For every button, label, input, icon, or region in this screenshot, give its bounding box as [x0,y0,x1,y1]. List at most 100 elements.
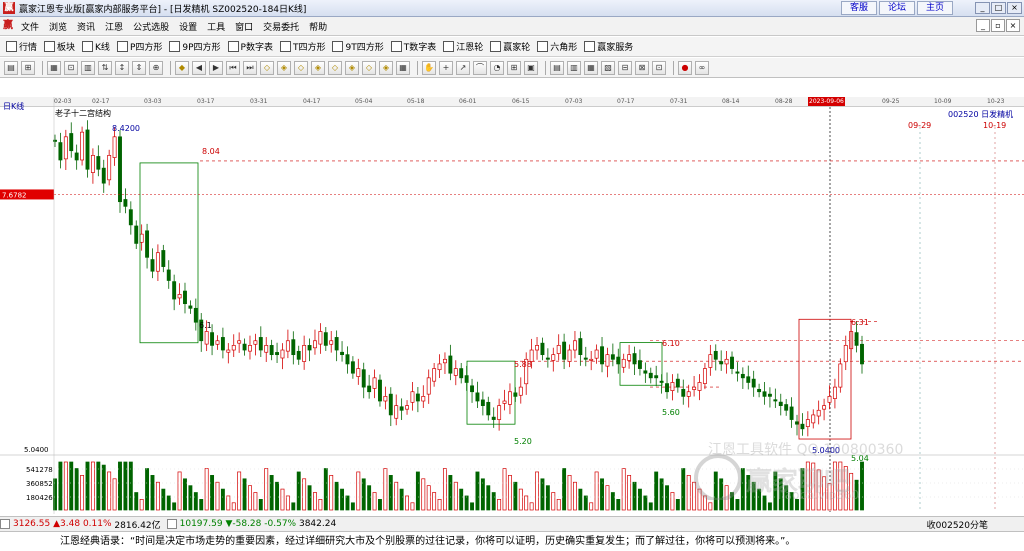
draw-tool-14-icon[interactable]: ◇ [260,60,274,75]
menu-file[interactable]: 文件 [21,20,39,33]
draw-tool-13-icon[interactable]: ⏭ [243,60,257,75]
toolbar-btn-8[interactable]: T数字表 [390,40,436,53]
maximize-icon[interactable]: □ [991,2,1006,14]
tick-data-label[interactable]: 收002520分笔 [927,518,988,531]
toolbar-btn-2[interactable]: K线 [82,40,110,53]
sh-index-icon[interactable] [0,519,10,529]
draw-tool-5-icon[interactable]: ⇅ [98,60,112,75]
toolbar-label: 六角形 [550,43,578,53]
draw-tool-35-icon[interactable]: ⊠ [635,60,649,75]
mdi-minimize-icon[interactable]: _ [976,19,990,32]
draw-tool-21-icon[interactable]: ◈ [379,60,393,75]
toolbar-btn-11[interactable]: 六角形 [537,40,577,53]
candle-body [805,419,810,427]
menu-help[interactable]: 帮助 [309,20,327,33]
menu-info[interactable]: 资讯 [77,20,95,33]
link-forum[interactable]: 论坛 [879,1,915,15]
volume-bar [426,485,431,511]
toolbar-btn-12[interactable]: 赢家服务 [584,40,633,53]
volume-bar [112,478,117,511]
draw-tool-4-icon[interactable]: ▥ [81,60,95,75]
link-home[interactable]: 主页 [917,1,953,15]
mdi-close-icon[interactable]: × [1006,19,1020,32]
draw-tool-33-icon[interactable]: ▧ [601,60,615,75]
draw-tool-10-icon[interactable]: ◀ [192,60,206,75]
menu-window[interactable]: 窗口 [235,20,253,33]
draw-tool-6-icon[interactable]: ↕ [115,60,129,75]
volume-bar [632,481,637,511]
draw-tool-29-icon[interactable]: ▣ [524,60,538,75]
menu-browse[interactable]: 浏览 [49,20,67,33]
close-icon[interactable]: × [1007,2,1022,14]
draw-tool-22-icon[interactable]: ▦ [396,60,410,75]
draw-tool-0-icon[interactable]: ▤ [4,60,18,75]
kline-chart[interactable]: 7.6782 日K线老子十二宫结构 002520 日发精机 09-29 10-19 8.4… [0,97,1024,514]
volume-bar [735,499,740,511]
draw-tool-12-icon[interactable]: ⏮ [226,60,240,75]
candle-body [616,356,621,365]
draw-tool-32-icon[interactable]: ▦ [584,60,598,75]
draw-tool-38-icon[interactable]: ∞ [695,60,709,75]
draw-tool-3-icon[interactable]: ⊡ [64,60,78,75]
draw-tool-9-icon[interactable]: ◆ [175,60,189,75]
draw-tool-16-icon[interactable]: ◇ [294,60,308,75]
candle-body [437,363,442,371]
price-annotation: 6.1 [199,321,212,330]
toolbar-btn-5[interactable]: P数字表 [227,40,273,53]
price-annotation: 8.4200 [112,124,140,133]
future-date-1: 09-29 [908,121,931,130]
draw-tool-34-icon[interactable]: ⊟ [618,60,632,75]
draw-tool-23-icon[interactable]: ✋ [422,60,436,75]
toolbar-btn-4[interactable]: 9P四方形 [169,40,221,53]
mdi-restore-icon[interactable]: ▫ [991,19,1005,32]
draw-tool-24-icon[interactable]: + [439,60,453,75]
toolbar-btn-6[interactable]: T四方形 [279,40,325,53]
volume-bar [589,502,594,511]
toolbar-label: 行情 [19,43,38,53]
draw-tool-20-icon[interactable]: ◇ [362,60,376,75]
toolbar-btn-9[interactable]: 江恩轮 [443,40,483,53]
toolbar-btn-7[interactable]: 9T四方形 [332,40,384,53]
draw-tool-25-icon[interactable]: ↗ [456,60,470,75]
volume-bar [388,475,393,511]
candle-body [665,383,669,393]
draw-tool-31-icon[interactable]: ▥ [567,60,581,75]
toolbar-separator [417,60,418,75]
draw-tool-30-icon[interactable]: ▤ [550,60,564,75]
volume-bar [410,502,415,511]
draw-tool-36-icon[interactable]: ⊡ [652,60,666,75]
draw-tool-28-icon[interactable]: ⊞ [507,60,521,75]
volume-bar [226,495,231,511]
draw-tool-18-icon[interactable]: ◇ [328,60,342,75]
draw-tool-1-icon[interactable]: ⊞ [21,60,35,75]
candle-body [329,340,334,345]
draw-tool-19-icon[interactable]: ◈ [345,60,359,75]
toolbar-btn-10[interactable]: 赢家轮 [490,40,530,53]
candle-body [459,368,464,379]
draw-tool-27-icon[interactable]: ◔ [490,60,504,75]
link-service[interactable]: 客服 [841,1,877,15]
draw-tool-8-icon[interactable]: ⊕ [149,60,163,75]
menu-settings[interactable]: 设置 [179,20,197,33]
menu-trade[interactable]: 交易委托 [263,20,299,33]
draw-tool-11-icon[interactable]: ▶ [209,60,223,75]
draw-tool-26-icon[interactable]: ⌒ [473,60,487,75]
menu-formula[interactable]: 公式选股 [133,20,169,33]
draw-tool-15-icon[interactable]: ◈ [277,60,291,75]
draw-tool-37-icon[interactable]: ● [678,60,692,75]
sz-index-icon[interactable] [166,519,177,529]
toolbar-btn-3[interactable]: P四方形 [116,40,162,53]
draw-tool-17-icon[interactable]: ◈ [311,60,325,75]
volume-bar [784,485,789,511]
menu-tools[interactable]: 工具 [207,20,225,33]
candle-body [827,396,832,403]
candle-body [128,209,133,226]
draw-tool-2-icon[interactable]: ▦ [47,60,61,75]
menu-gann[interactable]: 江恩 [105,20,123,33]
draw-tool-7-icon[interactable]: ⇕ [132,60,146,75]
toolbar-btn-1[interactable]: 板块 [44,40,75,53]
minimize-icon[interactable]: _ [975,2,990,14]
toolbar-btn-0[interactable]: 行情 [6,40,37,53]
toolbar-separator [673,60,674,75]
volume-bar [719,478,724,511]
